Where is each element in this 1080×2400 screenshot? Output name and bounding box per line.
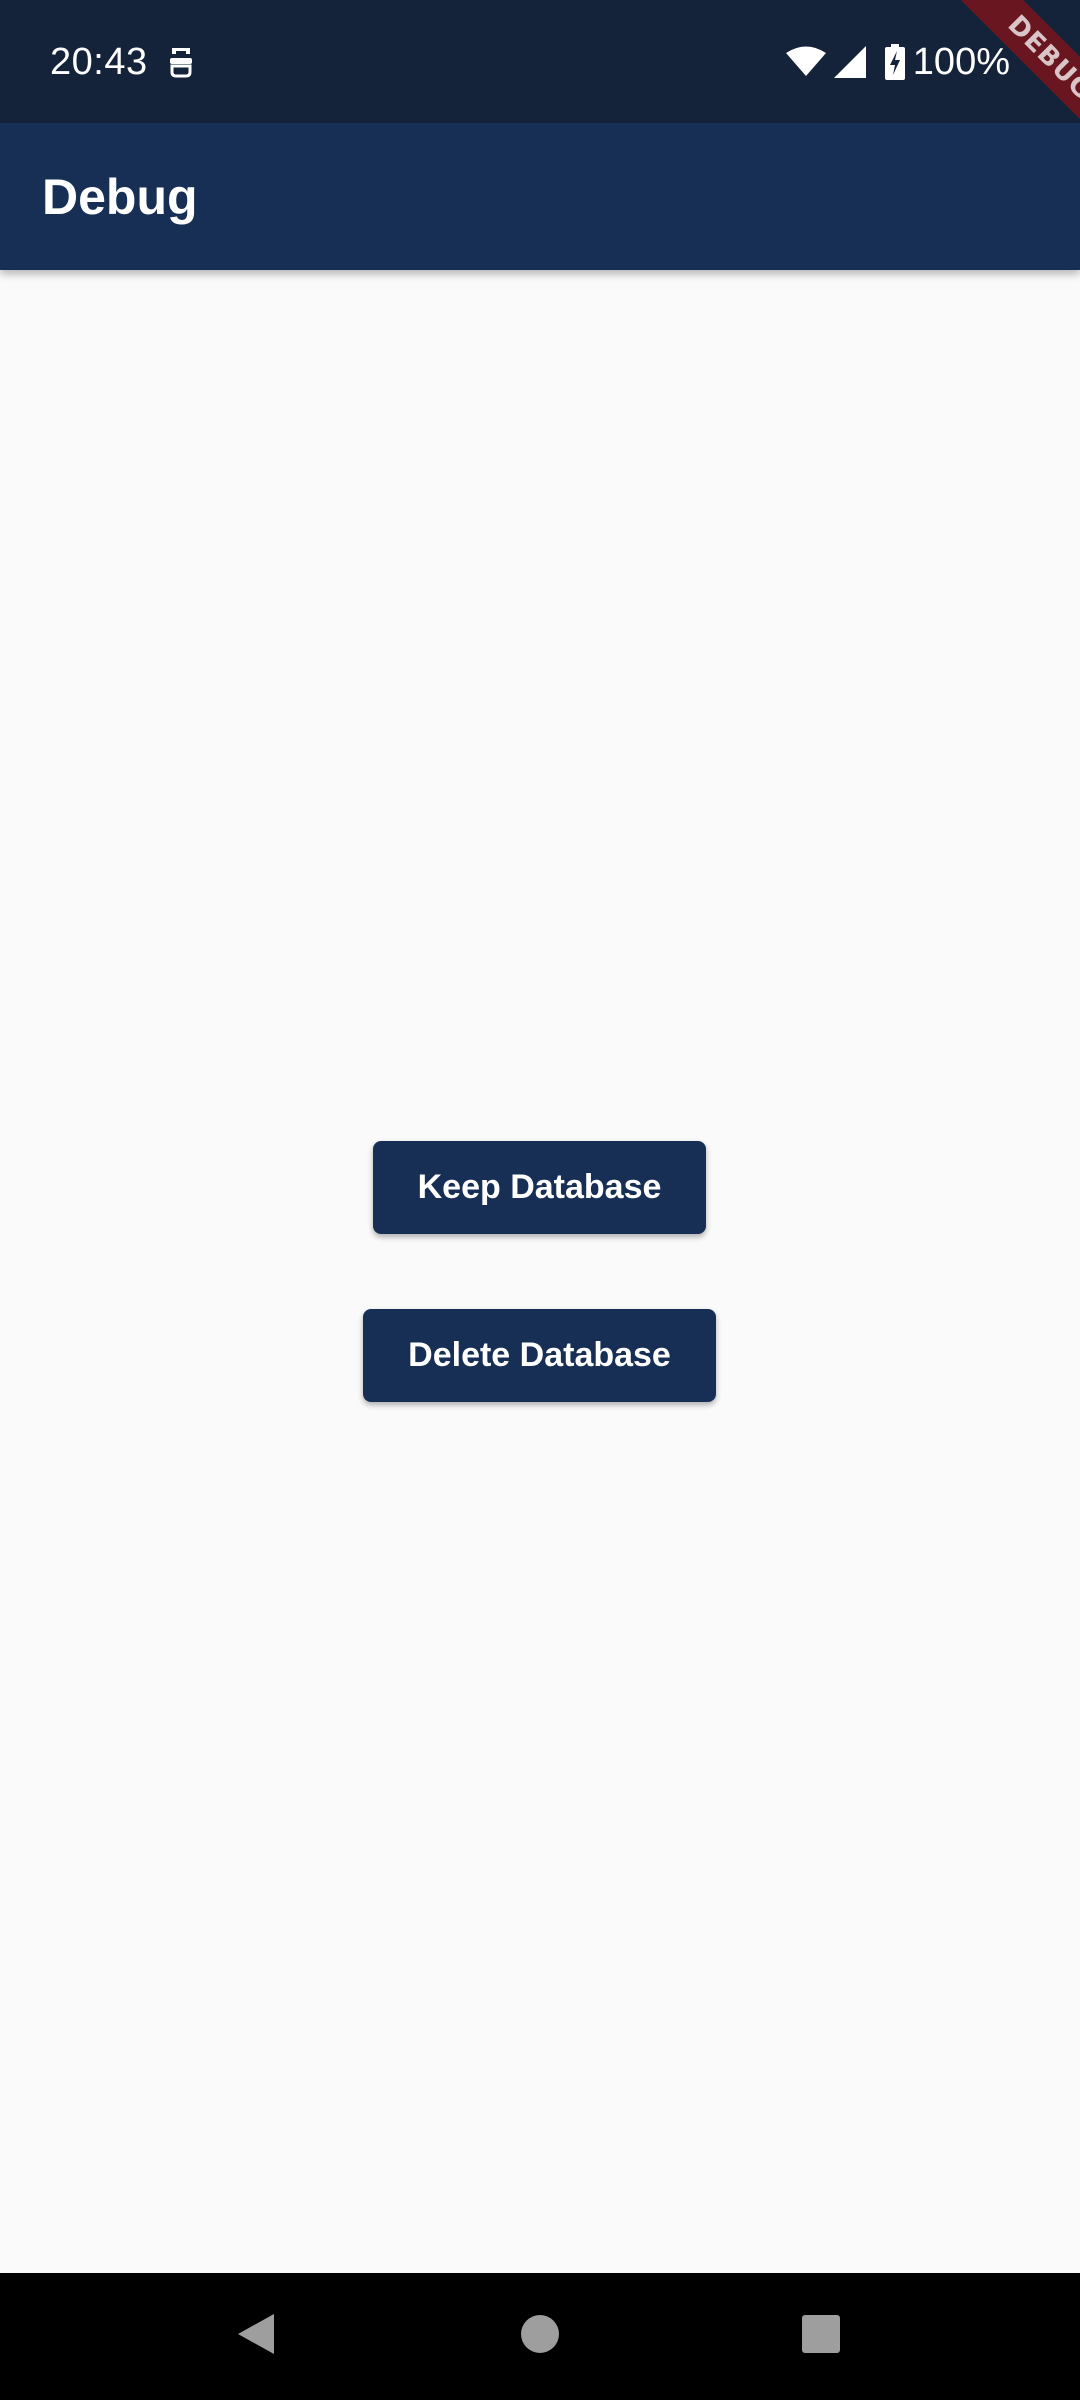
main-content: Keep Database Delete Database [0,270,1080,2273]
battery-percent: 100% [912,41,1010,83]
navigation-bar [0,2273,1080,2400]
home-button[interactable] [480,2273,600,2400]
battery-charging-icon [884,44,905,80]
home-icon [520,2314,560,2359]
keep-database-button[interactable]: Keep Database [373,1141,706,1234]
app-bar: Debug [0,123,1080,270]
back-icon [236,2312,276,2361]
notification-icon [166,44,196,80]
signal-icon [833,45,867,79]
status-icons: 100% [785,36,1010,88]
delete-database-button[interactable]: Delete Database [363,1309,716,1402]
status-time: 20:43 [50,41,148,83]
back-button[interactable] [196,2273,316,2400]
status-bar: 20:43 100% [0,0,1080,123]
page-title: Debug [42,169,198,225]
recents-icon [801,2314,841,2359]
recents-button[interactable] [761,2273,881,2400]
wifi-icon [785,46,827,78]
